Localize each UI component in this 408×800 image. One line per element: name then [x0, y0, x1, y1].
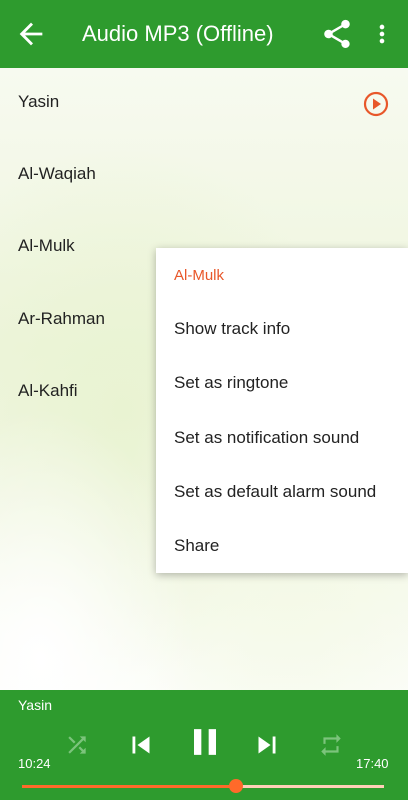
track-label: Yasin [18, 92, 60, 111]
page-title: Audio MP3 (Offline) [82, 21, 274, 46]
shuffle-icon[interactable] [64, 732, 90, 758]
context-menu-title: Al-Mulk [174, 267, 225, 284]
track-label: Al-Waqiah [18, 164, 96, 183]
player-bar: Yasin 10:24 17:40 [0, 690, 408, 800]
seek-bar[interactable] [22, 779, 384, 793]
menu-item-share[interactable]: Share [156, 520, 408, 574]
player-track-title: Yasin [18, 697, 52, 713]
play-circle-icon[interactable] [362, 90, 390, 118]
pause-icon[interactable] [183, 720, 227, 764]
arrow-back-icon[interactable] [14, 17, 48, 51]
menu-item-label: Share [174, 536, 220, 555]
skip-next-icon[interactable] [250, 728, 284, 762]
menu-item-label: Set as ringtone [174, 373, 289, 392]
share-icon[interactable] [320, 17, 354, 51]
menu-item-set-ringtone[interactable]: Set as ringtone [156, 357, 408, 411]
menu-item-set-notification[interactable]: Set as notification sound [156, 412, 408, 466]
track-label: Al-Mulk [18, 236, 75, 255]
seek-bar-fill [22, 785, 236, 788]
more-vert-icon[interactable] [368, 17, 396, 51]
skip-previous-icon[interactable] [124, 728, 158, 762]
track-label: Al-Kahfi [18, 381, 78, 400]
menu-item-label: Set as notification sound [174, 428, 360, 447]
current-time: 10:24 [18, 756, 51, 771]
context-menu: Al-Mulk Show track info Set as ringtone … [156, 248, 408, 573]
seek-bar-thumb[interactable] [228, 779, 243, 793]
repeat-icon[interactable] [318, 732, 344, 758]
menu-item-label: Set as default alarm sound [174, 482, 377, 501]
track-label: Ar-Rahman [18, 309, 105, 328]
track-item-yasin[interactable]: Yasin [0, 68, 408, 140]
menu-item-label: Show track info [174, 319, 291, 338]
menu-item-show-track-info[interactable]: Show track info [156, 303, 408, 357]
menu-item-set-alarm[interactable]: Set as default alarm sound [156, 466, 408, 520]
app-bar: Audio MP3 (Offline) [0, 0, 408, 68]
track-item-al-waqiah[interactable]: Al-Waqiah [0, 140, 408, 212]
total-time: 17:40 [356, 756, 389, 771]
